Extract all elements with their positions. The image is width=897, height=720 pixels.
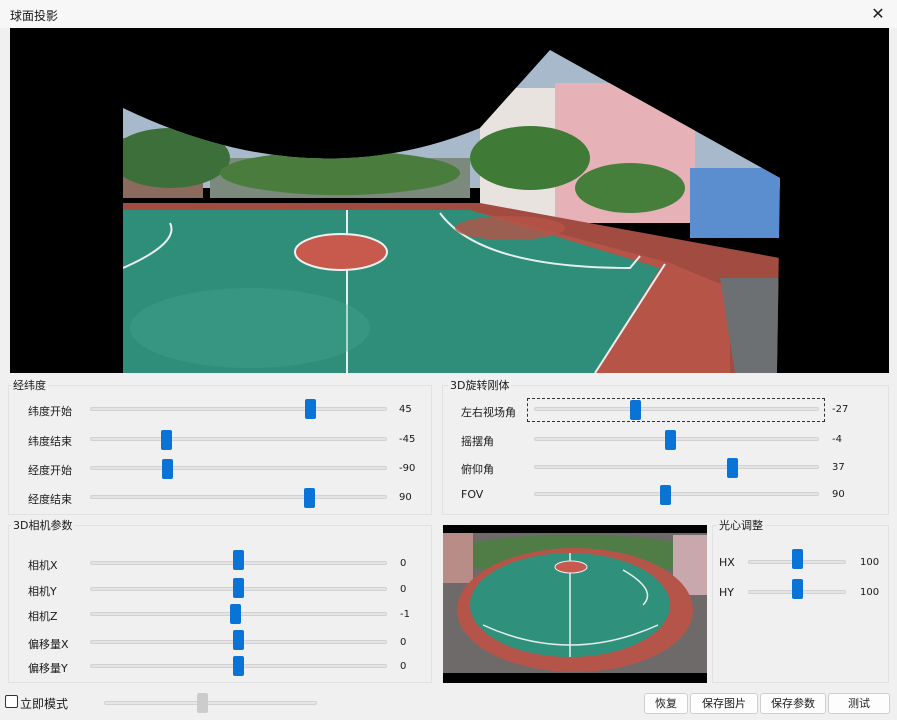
restore-button[interactable]: 恢复: [644, 693, 688, 714]
lat-end-label: 纬度结束: [28, 435, 72, 448]
roll-slider-thumb[interactable]: [665, 430, 676, 450]
lat-end-track[interactable]: [90, 437, 387, 441]
camera-x-slider-thumb[interactable]: [233, 550, 244, 570]
roll-value: -4: [832, 434, 842, 445]
yaw-slider-thumb[interactable]: [630, 400, 641, 420]
hx-value: 100: [860, 557, 880, 568]
lon-start-track[interactable]: [90, 466, 387, 470]
fisheye-court-image: [443, 525, 707, 683]
camera-y-label: 相机Y: [28, 585, 57, 598]
offset-x-label: 偏移量X: [28, 638, 69, 651]
offset-x-value: 0: [400, 637, 407, 648]
title-bar: 球面投影 ✕: [0, 0, 897, 28]
camera-z-slider-thumb[interactable]: [230, 604, 241, 624]
pitch-label: 俯仰角: [461, 463, 494, 476]
fov-slider-thumb[interactable]: [660, 485, 671, 505]
lat-end-value: -45: [399, 434, 416, 445]
yaw-track[interactable]: [534, 407, 819, 411]
lon-start-slider-thumb[interactable]: [162, 459, 173, 479]
camera-y-value: 0: [400, 584, 407, 595]
roll-track[interactable]: [534, 437, 819, 441]
test-button[interactable]: 测试: [828, 693, 890, 714]
lon-end-value: 90: [399, 492, 412, 503]
hy-value: 100: [860, 587, 880, 598]
fov-track[interactable]: [534, 492, 819, 496]
latlon-group-title: 经纬度: [11, 377, 48, 393]
hx-slider-thumb[interactable]: [792, 549, 803, 569]
lat-start-track[interactable]: [90, 407, 387, 411]
offset-y-label: 偏移量Y: [28, 662, 68, 675]
lon-start-value: -90: [399, 463, 416, 474]
lon-end-track[interactable]: [90, 495, 387, 499]
fisheye-preview: [443, 525, 707, 683]
camera-group: [8, 525, 432, 683]
camera-z-value: -1: [400, 609, 410, 620]
bottom-slider-track[interactable]: [104, 701, 317, 705]
yaw-value: -27: [832, 404, 849, 415]
window-title: 球面投影: [10, 9, 59, 23]
save-image-button[interactable]: 保存图片: [690, 693, 758, 714]
immediate-mode-label: 立即模式: [20, 697, 69, 711]
offset-y-slider-thumb[interactable]: [233, 656, 244, 676]
pitch-track[interactable]: [534, 465, 819, 469]
pitch-value: 37: [832, 462, 845, 473]
camera-y-slider-thumb[interactable]: [233, 578, 244, 598]
yaw-label: 左右视场角: [461, 406, 516, 419]
fov-value: 90: [832, 489, 845, 500]
camera-x-value: 0: [400, 558, 407, 569]
fov-label: FOV: [461, 488, 484, 501]
rotation-group-title: 3D旋转刚体: [448, 377, 512, 393]
lon-end-slider-thumb[interactable]: [304, 488, 315, 508]
roll-label: 摇摆角: [461, 435, 494, 448]
hx-label: HX: [719, 556, 735, 569]
close-icon[interactable]: ✕: [867, 3, 889, 25]
immediate-mode-checkbox[interactable]: [5, 695, 18, 708]
offset-y-value: 0: [400, 661, 407, 672]
camera-group-title: 3D相机参数: [11, 517, 75, 533]
camera-z-label: 相机Z: [28, 610, 58, 623]
save-params-button[interactable]: 保存参数: [760, 693, 826, 714]
offset-x-slider-thumb[interactable]: [233, 630, 244, 650]
lon-end-label: 经度结束: [28, 493, 72, 506]
lat-start-label: 纬度开始: [28, 405, 72, 418]
bottom-slider-thumb[interactable]: [197, 693, 208, 713]
pitch-slider-thumb[interactable]: [727, 458, 738, 478]
lat-start-value: 45: [399, 404, 412, 415]
lat-start-slider-thumb[interactable]: [305, 399, 316, 419]
projection-viewer[interactable]: [10, 28, 889, 373]
projected-court-image: [123, 50, 780, 373]
lon-start-label: 经度开始: [28, 464, 72, 477]
center-group-title: 光心调整: [717, 517, 765, 533]
hy-slider-thumb[interactable]: [792, 579, 803, 599]
hy-label: HY: [719, 586, 734, 599]
camera-x-label: 相机X: [28, 559, 58, 572]
lat-end-slider-thumb[interactable]: [161, 430, 172, 450]
